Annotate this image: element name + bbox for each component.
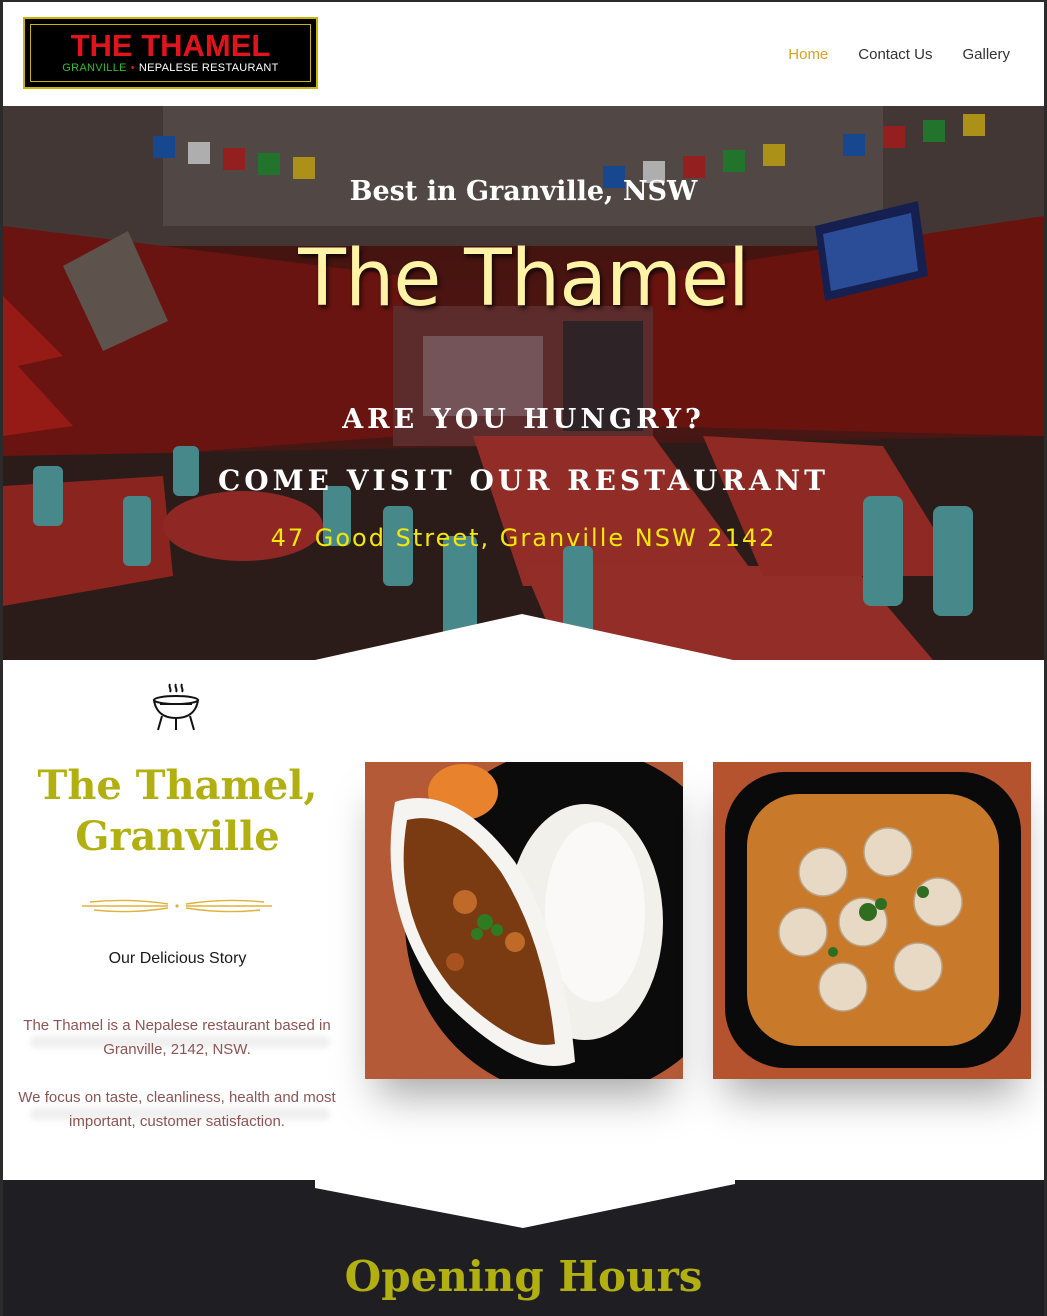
nav-home[interactable]: Home bbox=[788, 46, 828, 63]
food-image-momo-soup bbox=[713, 762, 1031, 1079]
hero-bottom-divider bbox=[3, 614, 1044, 660]
ornament-divider-icon bbox=[82, 899, 272, 913]
story-title: The Thamel, Granville bbox=[20, 760, 335, 862]
logo-subtitle: GRANVILLE • NEPALESE RESTAURANT bbox=[25, 63, 316, 74]
main-nav: Home Contact Us Gallery bbox=[788, 46, 1010, 63]
hero-title: The Thamel bbox=[298, 234, 749, 324]
nav-gallery[interactable]: Gallery bbox=[962, 46, 1010, 63]
story-paragraph-1: The Thamel is a Nepalese restaurant base… bbox=[23, 1017, 331, 1058]
site-logo[interactable]: THE THAMEL GRANVILLE • NEPALESE RESTAURANT bbox=[23, 17, 318, 89]
opening-hours-section: Opening Hours bbox=[3, 1180, 1044, 1316]
logo-title: THE THAMEL bbox=[70, 28, 271, 63]
hero-kicker: Best in Granville, NSW bbox=[349, 176, 698, 207]
story-title-line2: Granville bbox=[75, 813, 280, 861]
story-title-line1: The Thamel, bbox=[37, 762, 318, 809]
story-subtitle: Our Delicious Story bbox=[108, 950, 247, 967]
story-paragraph-2: We focus on taste, cleanliness, health a… bbox=[18, 1089, 336, 1130]
hero-section: Best in Granville, NSW The Thamel ARE YO… bbox=[3, 106, 1044, 660]
hero-address: 47 Good Street, Granville NSW 2142 bbox=[270, 524, 777, 552]
section-top-divider bbox=[315, 1180, 735, 1228]
hero-headline-hungry: ARE YOU HUNGRY? bbox=[342, 404, 705, 435]
site-header: THE THAMEL GRANVILLE • NEPALESE RESTAURANT… bbox=[3, 2, 1044, 106]
nav-contact-us[interactable]: Contact Us bbox=[858, 46, 932, 63]
grill-icon bbox=[153, 683, 199, 731]
hero-headline-visit: COME VISIT OUR RESTAURANT bbox=[217, 464, 829, 497]
logo-dot-icon: • bbox=[130, 62, 135, 74]
logo-sub-location: GRANVILLE bbox=[62, 62, 127, 74]
opening-hours-title: Opening Hours bbox=[344, 1252, 703, 1301]
logo-sub-type: NEPALESE RESTAURANT bbox=[138, 62, 279, 74]
food-image-curry-rice bbox=[365, 762, 683, 1079]
